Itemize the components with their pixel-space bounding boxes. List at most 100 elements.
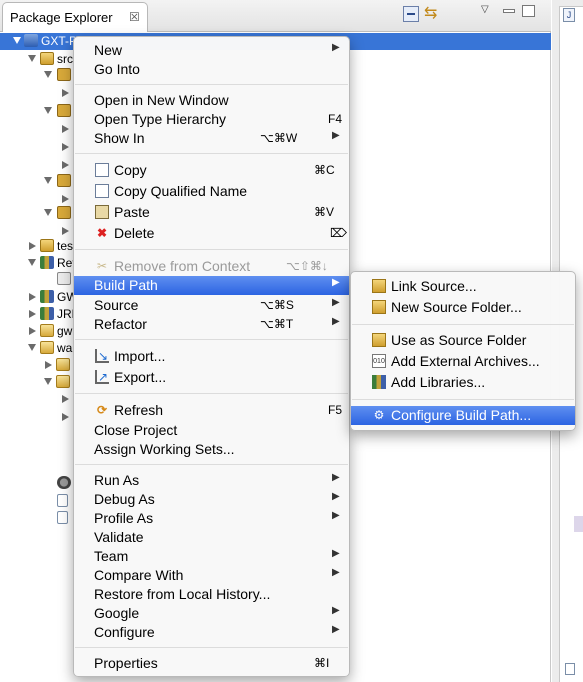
file-icon[interactable] <box>565 663 575 675</box>
menu-item-properties[interactable]: Properties ⌘I <box>74 654 349 673</box>
library-icon <box>40 307 54 320</box>
expand-icon[interactable] <box>44 177 52 184</box>
expand-icon[interactable] <box>28 259 36 266</box>
menu-item-close-project[interactable]: Close Project <box>74 421 349 440</box>
expand-icon[interactable] <box>62 89 69 97</box>
expand-icon[interactable] <box>29 293 36 301</box>
submenu-arrow-icon: ▶ <box>332 42 340 53</box>
menu-item-delete[interactable]: ✖ Delete ⌦ <box>74 224 349 243</box>
collapse-all-icon[interactable] <box>403 6 419 22</box>
menu-item-add-libraries[interactable]: Add Libraries... <box>351 373 575 392</box>
remove-context-icon: ✂ <box>96 259 108 273</box>
expand-icon[interactable] <box>62 413 69 421</box>
expand-icon[interactable] <box>44 378 52 385</box>
menu-item-refactor[interactable]: Refactor ⌥⌘T ▶ <box>74 315 349 334</box>
expand-icon[interactable] <box>62 161 69 169</box>
copy-qualified-name-icon <box>95 184 109 198</box>
package-icon <box>57 68 71 81</box>
menu-item-open-type-hierarchy[interactable]: Open Type Hierarchy F4 <box>74 110 349 129</box>
view-menu-icon[interactable]: ▽ <box>481 4 497 20</box>
expand-icon[interactable] <box>44 107 52 114</box>
menu-item-use-as-source-folder[interactable]: Use as Source Folder <box>351 331 575 350</box>
export-icon: ↗ <box>95 370 109 384</box>
menu-item-restore-local-history[interactable]: Restore from Local History... <box>74 585 349 604</box>
menu-item-add-external-archives[interactable]: 010 Add External Archives... <box>351 352 575 371</box>
java-file-icon[interactable]: J <box>563 8 575 22</box>
new-source-folder-icon <box>372 300 386 314</box>
menu-item-show-in[interactable]: Show In ⌥⌘W ▶ <box>74 129 349 148</box>
submenu-arrow-icon: ▶ <box>332 472 340 483</box>
menu-item-new[interactable]: New ▶ <box>74 41 349 60</box>
menu-separator <box>75 339 348 340</box>
submenu-arrow-icon: ▶ <box>332 567 340 578</box>
menu-separator <box>75 153 348 154</box>
menu-item-team[interactable]: Team ▶ <box>74 547 349 566</box>
menu-separator <box>352 324 574 325</box>
menu-item-debug-as[interactable]: Debug As ▶ <box>74 490 349 509</box>
expand-icon[interactable] <box>44 209 52 216</box>
expand-icon[interactable] <box>62 143 69 151</box>
use-as-source-folder-icon <box>372 333 386 347</box>
menu-item-configure[interactable]: Configure ▶ <box>74 623 349 642</box>
maximize-icon[interactable] <box>522 5 535 17</box>
expand-icon[interactable] <box>29 242 36 250</box>
close-icon[interactable]: ☒ <box>129 10 140 24</box>
menu-separator <box>75 647 348 648</box>
menu-item-google[interactable]: Google ▶ <box>74 604 349 623</box>
tree-item-label: GW <box>57 290 73 304</box>
menu-item-compare-with[interactable]: Compare With ▶ <box>74 566 349 585</box>
expand-icon[interactable] <box>45 361 52 369</box>
link-source-icon <box>372 279 386 293</box>
menu-item-link-source[interactable]: Link Source... <box>351 277 575 296</box>
menu-item-remove-from-context[interactable]: ✂ Remove from Context ⌥⇧⌘↓ <box>74 257 349 276</box>
build-path-submenu: Link Source... New Source Folder... Use … <box>350 271 576 431</box>
expand-icon[interactable] <box>62 227 69 235</box>
menu-item-copy-qualified-name[interactable]: Copy Qualified Name <box>74 182 349 201</box>
submenu-arrow-icon: ▶ <box>332 491 340 502</box>
menu-item-refresh[interactable]: ⟳ Refresh F5 <box>74 401 349 420</box>
menu-item-profile-as[interactable]: Profile As ▶ <box>74 509 349 528</box>
menu-item-validate[interactable]: Validate <box>74 528 349 547</box>
menu-item-build-path[interactable]: Build Path ▶ <box>74 276 349 295</box>
add-external-archives-icon: 010 <box>372 354 386 368</box>
menu-item-new-source-folder[interactable]: New Source Folder... <box>351 298 575 317</box>
menu-item-configure-build-path[interactable]: ⚙ Configure Build Path... <box>351 406 575 425</box>
menu-item-go-into[interactable]: Go Into <box>74 60 349 79</box>
menu-item-run-as[interactable]: Run As ▶ <box>74 471 349 490</box>
expand-icon[interactable] <box>28 344 36 351</box>
menu-item-source[interactable]: Source ⌥⌘S ▶ <box>74 296 349 315</box>
submenu-arrow-icon: ▶ <box>332 624 340 635</box>
view-title: Package Explorer <box>10 10 113 25</box>
submenu-arrow-icon: ▶ <box>332 130 340 141</box>
menu-item-export[interactable]: ↗ Export... <box>74 368 349 387</box>
source-folder-icon <box>40 239 54 252</box>
menu-separator <box>75 84 348 85</box>
expand-icon[interactable] <box>62 395 69 403</box>
expand-icon[interactable] <box>29 310 36 318</box>
folder-icon <box>40 324 54 337</box>
submenu-arrow-icon: ▶ <box>332 605 340 616</box>
menu-item-import[interactable]: ↘ Import... <box>74 347 349 366</box>
menu-item-copy[interactable]: Copy ⌘C <box>74 161 349 180</box>
expand-icon[interactable] <box>44 71 52 78</box>
submenu-arrow-icon: ▶ <box>332 277 340 288</box>
link-with-editor-icon[interactable]: ⇆ <box>424 6 440 22</box>
menu-separator <box>75 464 348 465</box>
menu-separator <box>352 399 574 400</box>
menu-item-paste[interactable]: Paste ⌘V <box>74 203 349 222</box>
expand-icon[interactable] <box>13 37 21 44</box>
context-menu: New ▶ Go Into Open in New Window Open Ty… <box>73 36 350 677</box>
gear-icon <box>57 476 71 489</box>
source-folder-icon <box>40 52 54 65</box>
minimize-icon[interactable] <box>503 9 515 13</box>
tree-item-label: tes <box>57 239 73 253</box>
submenu-arrow-icon: ▶ <box>332 510 340 521</box>
menu-item-assign-working-sets[interactable]: Assign Working Sets... <box>74 440 349 459</box>
submenu-arrow-icon: ▶ <box>332 316 340 327</box>
tab-package-explorer[interactable]: Package Explorer ☒ <box>2 2 148 32</box>
expand-icon[interactable] <box>62 125 69 133</box>
expand-icon[interactable] <box>28 55 36 62</box>
expand-icon[interactable] <box>62 195 69 203</box>
expand-icon[interactable] <box>29 327 36 335</box>
menu-item-open-new-window[interactable]: Open in New Window <box>74 91 349 110</box>
